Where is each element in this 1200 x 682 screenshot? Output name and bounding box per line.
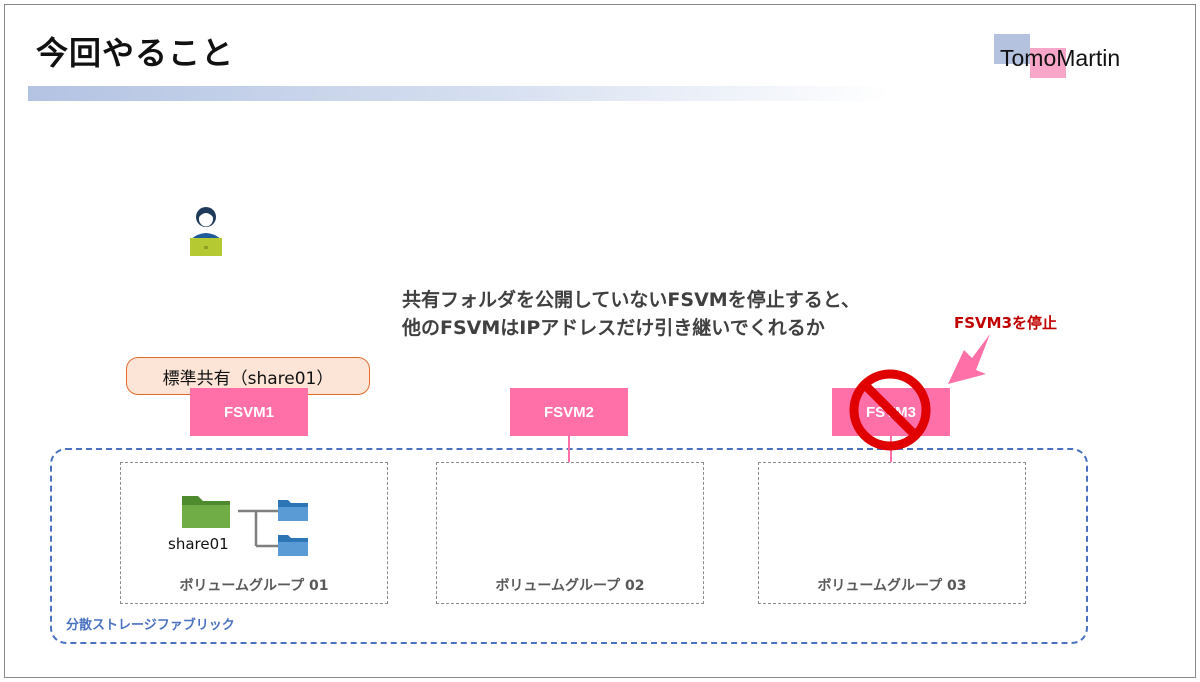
question-text: 共有フォルダを公開していないFSVMを停止すると、 他のFSVMはIPアドレスだ… [402, 286, 860, 342]
folder-icon-share01 [182, 496, 230, 528]
question-line-1: 共有フォルダを公開していないFSVMを停止すると、 [402, 289, 860, 311]
title-underline [28, 86, 890, 101]
stop-label: FSVM3を停止 [954, 314, 1058, 332]
fsvm-2-connector [568, 436, 570, 462]
page-title: 今回やること [36, 34, 235, 72]
question-line-2: 他のFSVMはIPアドレスだけ引き継いでくれるか [402, 317, 825, 339]
share-folder-name: share01 [168, 535, 229, 553]
fabric-label: 分散ストレージファブリック [66, 618, 235, 633]
volume-group-2-label: ボリュームグループ 02 [495, 578, 645, 594]
subfolder-icon-2 [278, 535, 308, 556]
user-laptop-icon [190, 207, 222, 256]
prohibit-icon [849, 369, 931, 451]
volume-group-1-label: ボリュームグループ 01 [179, 578, 329, 594]
tree-connector-lines [238, 509, 278, 548]
fsvm-1-box: FSVM1 [190, 388, 308, 436]
subfolder-icon-1 [278, 500, 308, 521]
logo-text: TomoMartin [1000, 45, 1121, 71]
arrow-icon [948, 334, 990, 384]
volume-group-3: ボリュームグループ 03 [758, 462, 1026, 604]
volume-group-2: ボリュームグループ 02 [436, 462, 704, 604]
volume-group-3-label: ボリュームグループ 03 [817, 578, 967, 594]
fsvm-2-box: FSVM2 [510, 388, 628, 436]
logo: TomoMartin [994, 34, 1154, 86]
